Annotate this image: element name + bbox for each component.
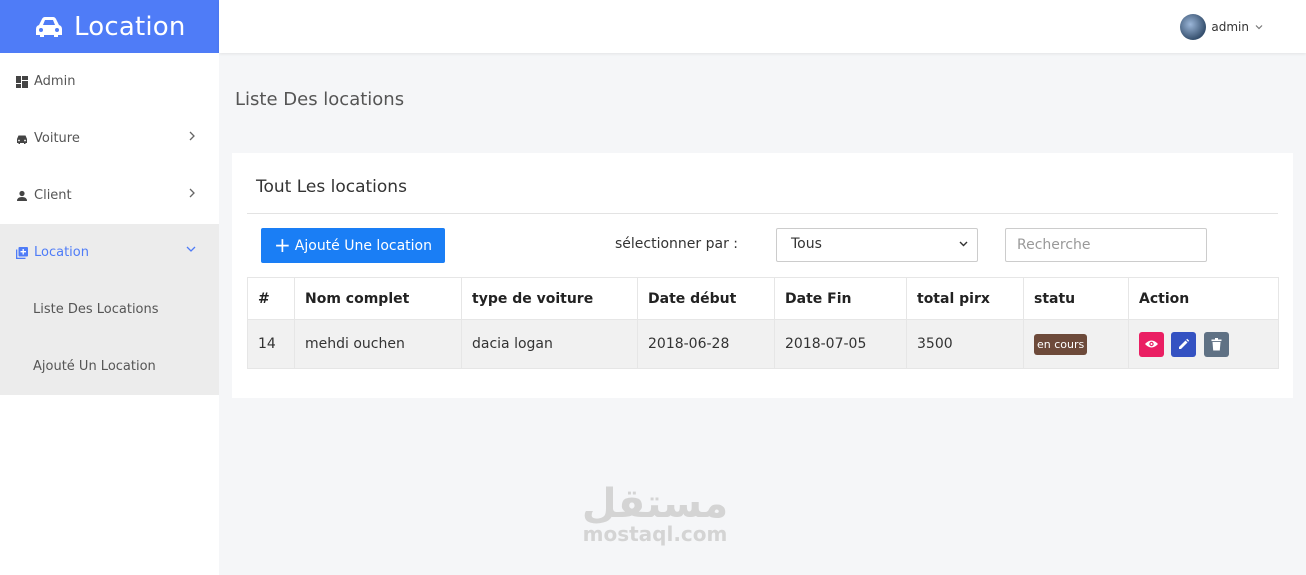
sidebar-subitem-liste-locations[interactable]: Liste Des Locations xyxy=(0,281,219,338)
watermark: مستقل mostaql.com xyxy=(575,480,735,546)
cell-voiture: dacia logan xyxy=(461,319,638,369)
cell-total: 3500 xyxy=(906,319,1024,369)
user-menu[interactable]: admin xyxy=(1180,14,1264,40)
filter-selected-value: Tous xyxy=(791,236,822,252)
edit-button[interactable] xyxy=(1171,331,1197,357)
cell-date-fin: 2018-07-05 xyxy=(774,319,907,369)
locations-table: # Nom complet type de voiture Date début… xyxy=(247,277,1279,369)
status-badge: en cours xyxy=(1034,333,1088,355)
avatar[interactable] xyxy=(1180,14,1207,40)
table-row: 14 mehdi ouchen dacia logan 2018-06-28 2… xyxy=(247,319,1279,369)
add-box-icon xyxy=(16,246,28,259)
column-header: # xyxy=(247,277,295,320)
sidebar-item-label: Admin xyxy=(34,74,76,89)
sidebar-item-label: Location xyxy=(34,245,89,260)
eye-icon xyxy=(1145,340,1158,348)
search-input[interactable] xyxy=(1005,228,1207,262)
view-button[interactable] xyxy=(1139,331,1164,357)
sidebar-item-admin[interactable]: Admin xyxy=(0,53,219,110)
column-header: Nom complet xyxy=(294,277,462,320)
brand-title: Location xyxy=(74,11,186,42)
trash-icon xyxy=(1211,337,1222,350)
add-location-button[interactable]: + Ajouté Une location xyxy=(261,228,445,263)
filter-select[interactable]: Tous xyxy=(776,228,978,262)
car-icon xyxy=(17,135,27,144)
sidebar-subitem-label: Liste Des Locations xyxy=(33,302,159,317)
sidebar: Admin Voiture Client Location Liste Des … xyxy=(0,53,219,575)
cell-date-debut: 2018-06-28 xyxy=(637,319,775,369)
chevron-down-icon xyxy=(959,241,968,247)
sidebar-item-label: Voiture xyxy=(34,131,80,146)
cell-id: 14 xyxy=(247,319,295,369)
page-title: Liste Des locations xyxy=(235,89,405,110)
add-location-label: Ajouté Une location xyxy=(294,237,432,254)
filter-label: sélectionner par : xyxy=(615,236,739,252)
top-bar: admin xyxy=(219,0,1306,53)
cell-actions xyxy=(1128,319,1279,369)
column-header: total pirx xyxy=(906,277,1024,320)
sidebar-group-location: Location Liste Des Locations Ajouté Un L… xyxy=(0,224,219,395)
column-header: Date Fin xyxy=(774,277,907,320)
table-header-row: # Nom complet type de voiture Date début… xyxy=(247,277,1279,320)
sidebar-subitem-label: Ajouté Un Location xyxy=(33,359,156,374)
sidebar-item-label: Client xyxy=(34,188,72,203)
chevron-down-icon xyxy=(186,246,196,252)
column-header: Date début xyxy=(637,277,775,320)
chevron-right-icon xyxy=(189,131,195,141)
delete-button[interactable] xyxy=(1203,331,1229,357)
plus-icon: + xyxy=(274,232,291,257)
sidebar-subitem-ajoute-location[interactable]: Ajouté Un Location xyxy=(0,338,219,395)
cell-nom: mehdi ouchen xyxy=(294,319,462,369)
car-icon xyxy=(36,16,62,37)
pencil-icon xyxy=(1179,338,1190,349)
chevron-down-icon[interactable] xyxy=(1254,22,1264,32)
sidebar-item-client[interactable]: Client xyxy=(0,167,219,224)
username[interactable]: admin xyxy=(1211,20,1249,34)
chevron-right-icon xyxy=(189,188,195,198)
sidebar-item-voiture[interactable]: Voiture xyxy=(0,110,219,167)
divider xyxy=(247,213,1278,214)
column-header: Action xyxy=(1128,277,1279,320)
column-header: statu xyxy=(1023,277,1129,320)
watermark-arabic: مستقل xyxy=(581,481,729,527)
watermark-latin: mostaql.com xyxy=(582,522,728,546)
locations-card: Tout Les locations + Ajouté Une location… xyxy=(232,153,1293,398)
cell-statu: en cours xyxy=(1023,319,1129,369)
person-icon xyxy=(17,190,27,201)
column-header: type de voiture xyxy=(461,277,638,320)
sidebar-item-location[interactable]: Location xyxy=(0,224,219,281)
card-title: Tout Les locations xyxy=(256,177,407,197)
brand-bar[interactable]: Location xyxy=(0,0,219,53)
dashboard-icon xyxy=(16,75,28,88)
